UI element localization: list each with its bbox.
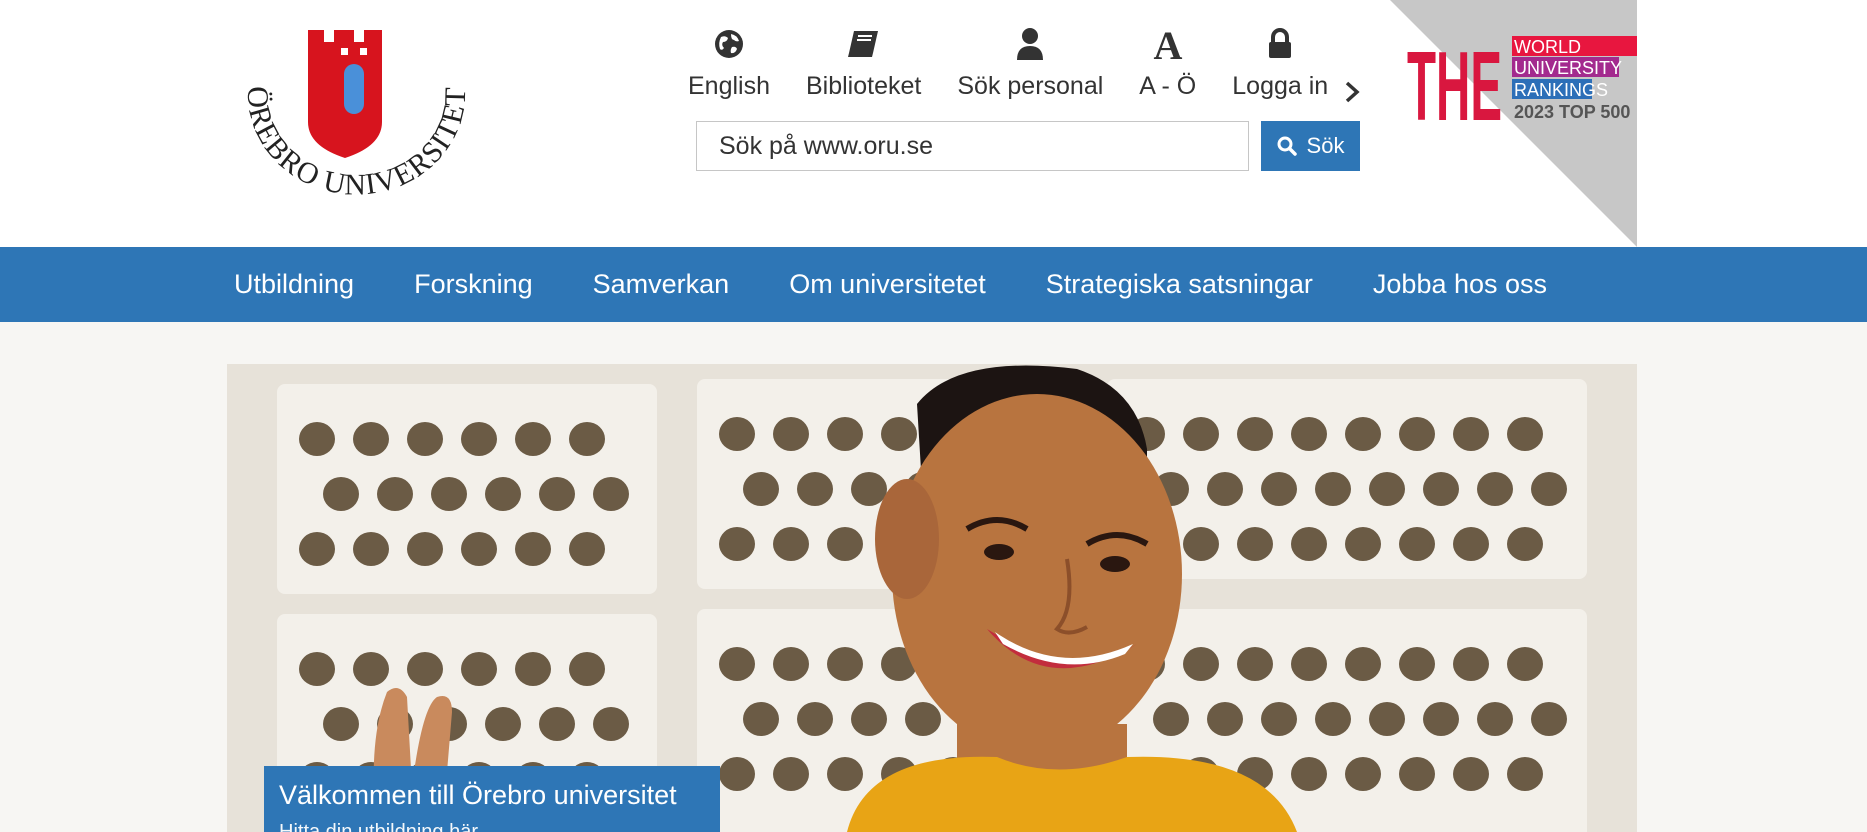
chevron-right-icon[interactable]: [1340, 80, 1364, 104]
search-button[interactable]: Sök: [1261, 121, 1360, 171]
nav-item-om-universitetet[interactable]: Om universitetet: [789, 269, 986, 300]
ranking-line2: UNIVERSITY: [1514, 58, 1622, 78]
main-navigation: Utbildning Forskning Samverkan Om univer…: [0, 247, 1867, 322]
toolbar-label: Sök personal: [957, 72, 1104, 100]
search-input[interactable]: [696, 121, 1249, 171]
letter-a-icon: A: [1150, 22, 1186, 66]
toolbar-sok-personal[interactable]: Sök personal: [957, 22, 1103, 101]
nav-item-utbildning[interactable]: Utbildning: [234, 269, 354, 300]
site-search: Sök: [696, 121, 1361, 173]
hero-title: Välkommen till Örebro universitet: [279, 780, 677, 810]
ranking-line4: 2023 TOP 500: [1514, 102, 1630, 122]
toolbar-a-o[interactable]: A A - Ö: [1139, 22, 1196, 101]
person-icon: [1015, 22, 1045, 66]
site-header: ÖREBRO UNIVERSITET English Biblioteket S…: [0, 0, 1867, 247]
search-button-label: Sök: [1306, 133, 1345, 158]
toolbar-biblioteket[interactable]: Biblioteket: [806, 22, 921, 101]
utility-toolbar: English Biblioteket Sök personal A A - Ö…: [688, 22, 1328, 112]
nav-item-strategiska-satsningar[interactable]: Strategiska satsningar: [1046, 269, 1313, 300]
svg-text:A: A: [1153, 26, 1182, 62]
ranking-brand: THE: [1407, 31, 1502, 141]
hero-banner[interactable]: Välkommen till Örebro universitet Hitta …: [227, 364, 1637, 832]
search-icon: [1277, 136, 1297, 156]
lock-icon: [1266, 22, 1294, 66]
toolbar-label: Logga in: [1232, 72, 1329, 100]
toolbar-logga-in[interactable]: Logga in: [1232, 22, 1328, 101]
hero-subtitle: Hitta din utbildning här: [279, 821, 479, 832]
book-icon: [846, 22, 882, 66]
ranking-line3: RANKINGS: [1514, 80, 1608, 100]
orebro-university-logo[interactable]: ÖREBRO UNIVERSITET: [220, 24, 485, 219]
toolbar-label: A - Ö: [1139, 72, 1197, 100]
toolbar-label: English: [688, 72, 770, 100]
toolbar-english[interactable]: English: [688, 22, 770, 101]
the-ranking-badge[interactable]: THE WORLD UNIVERSITY RANKINGS 2023 TOP 5…: [1390, 0, 1637, 247]
globe-icon: [713, 22, 745, 66]
nav-item-jobba-hos-oss[interactable]: Jobba hos oss: [1373, 269, 1547, 300]
hero-caption[interactable]: Välkommen till Örebro universitet Hitta …: [264, 766, 720, 832]
nav-item-samverkan[interactable]: Samverkan: [593, 269, 730, 300]
toolbar-label: Biblioteket: [806, 72, 922, 100]
ranking-line1: WORLD: [1514, 37, 1581, 57]
nav-item-forskning[interactable]: Forskning: [414, 269, 533, 300]
hero-image: [227, 364, 1637, 832]
